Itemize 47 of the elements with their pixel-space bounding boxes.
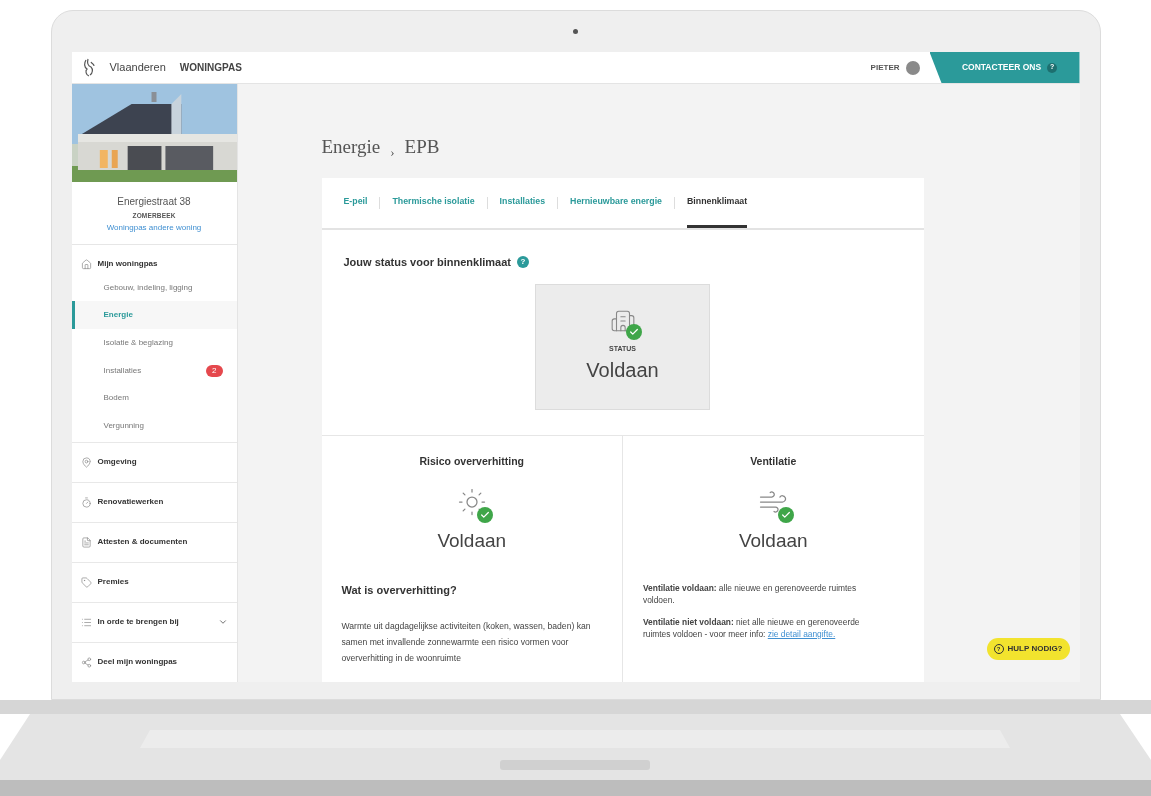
sidebar-item[interactable]: In orde te brengen bij [71,602,237,642]
detail-link[interactable]: zie detail aangifte. [767,628,836,639]
avatar[interactable] [905,60,920,75]
house-icon [80,258,92,270]
user-name[interactable]: PIETER [870,61,900,74]
timer-icon [80,496,92,508]
sidebar-item[interactable]: Deel mijn woningpas [71,642,237,682]
status-value: Voldaan [738,529,808,554]
tab[interactable]: Thermische isolatie [392,178,475,228]
breadcrumb-link[interactable]: Energie [321,132,381,161]
tab[interactable]: Hernieuwbare energie [570,178,662,228]
status-value: Voldaan [586,357,659,383]
count-badge: 2 [206,364,223,377]
property-address: Energiestraat 38 [117,195,191,209]
sun-icon [456,487,487,518]
panel-paragraph: Ventilatie voldaan: alle nieuwe en gerenoveerde ruimtes voldoen. [643,581,858,606]
panel-paragraph: Ventilatie niet voldaan: niet alle nieuwe en gerenoveerde ruimtes voldoen - voor meer info: zie detail aangifte. [643,615,861,640]
sidebar-item[interactable]: Renovatiewerken [71,482,237,522]
lion-logo-icon [81,57,96,78]
sidebar-item[interactable]: Attesten & documenten [71,522,237,562]
status-value: Voldaan [437,529,507,554]
tab[interactable]: E-peil [343,178,368,228]
brand-name[interactable]: Vlaanderen [109,59,166,76]
breadcrumb-separator: › [390,142,395,161]
document-icon [80,536,92,548]
breadcrumb-current: EPB [404,134,440,159]
sidebar-subitem[interactable]: Vergunning [71,412,237,440]
tab[interactable]: Installaties [499,178,546,228]
share-icon [80,656,92,668]
tab[interactable]: Binnenklimaat [687,178,748,228]
sidebar-item[interactable]: Premies [71,562,237,602]
sidebar-subitem[interactable]: Isolatie & beglazing [71,329,237,357]
panel-paragraph: Warmte uit dagdagelijkse activiteiten (koken, wassen, baden) kan samen met invallende zonnewarmte een risico vormen voor oververhitting in de woonruimte [341,620,592,666]
location-pin-icon [80,456,92,468]
panel-subheading: Wat is oververhitting? [341,582,458,598]
tag-icon [80,576,92,588]
app-name[interactable]: WONINGPAS [179,60,242,75]
panel-title: Ventilatie [750,453,797,469]
sidebar-subitem[interactable]: Energie [71,301,237,330]
panel-title: Risico oververhitting [419,453,524,469]
sidebar-item[interactable]: Omgeving [71,442,237,482]
list-icon [80,616,92,628]
sidebar-subitem[interactable]: Bodem [71,384,237,413]
help-button[interactable]: ? [517,256,529,269]
status-heading: Jouw status voor binnenklimaat [343,255,511,270]
other-home-link[interactable]: Woningpas andere woning [106,221,202,234]
sidebar-subitem[interactable]: Installaties 2 [71,356,237,385]
